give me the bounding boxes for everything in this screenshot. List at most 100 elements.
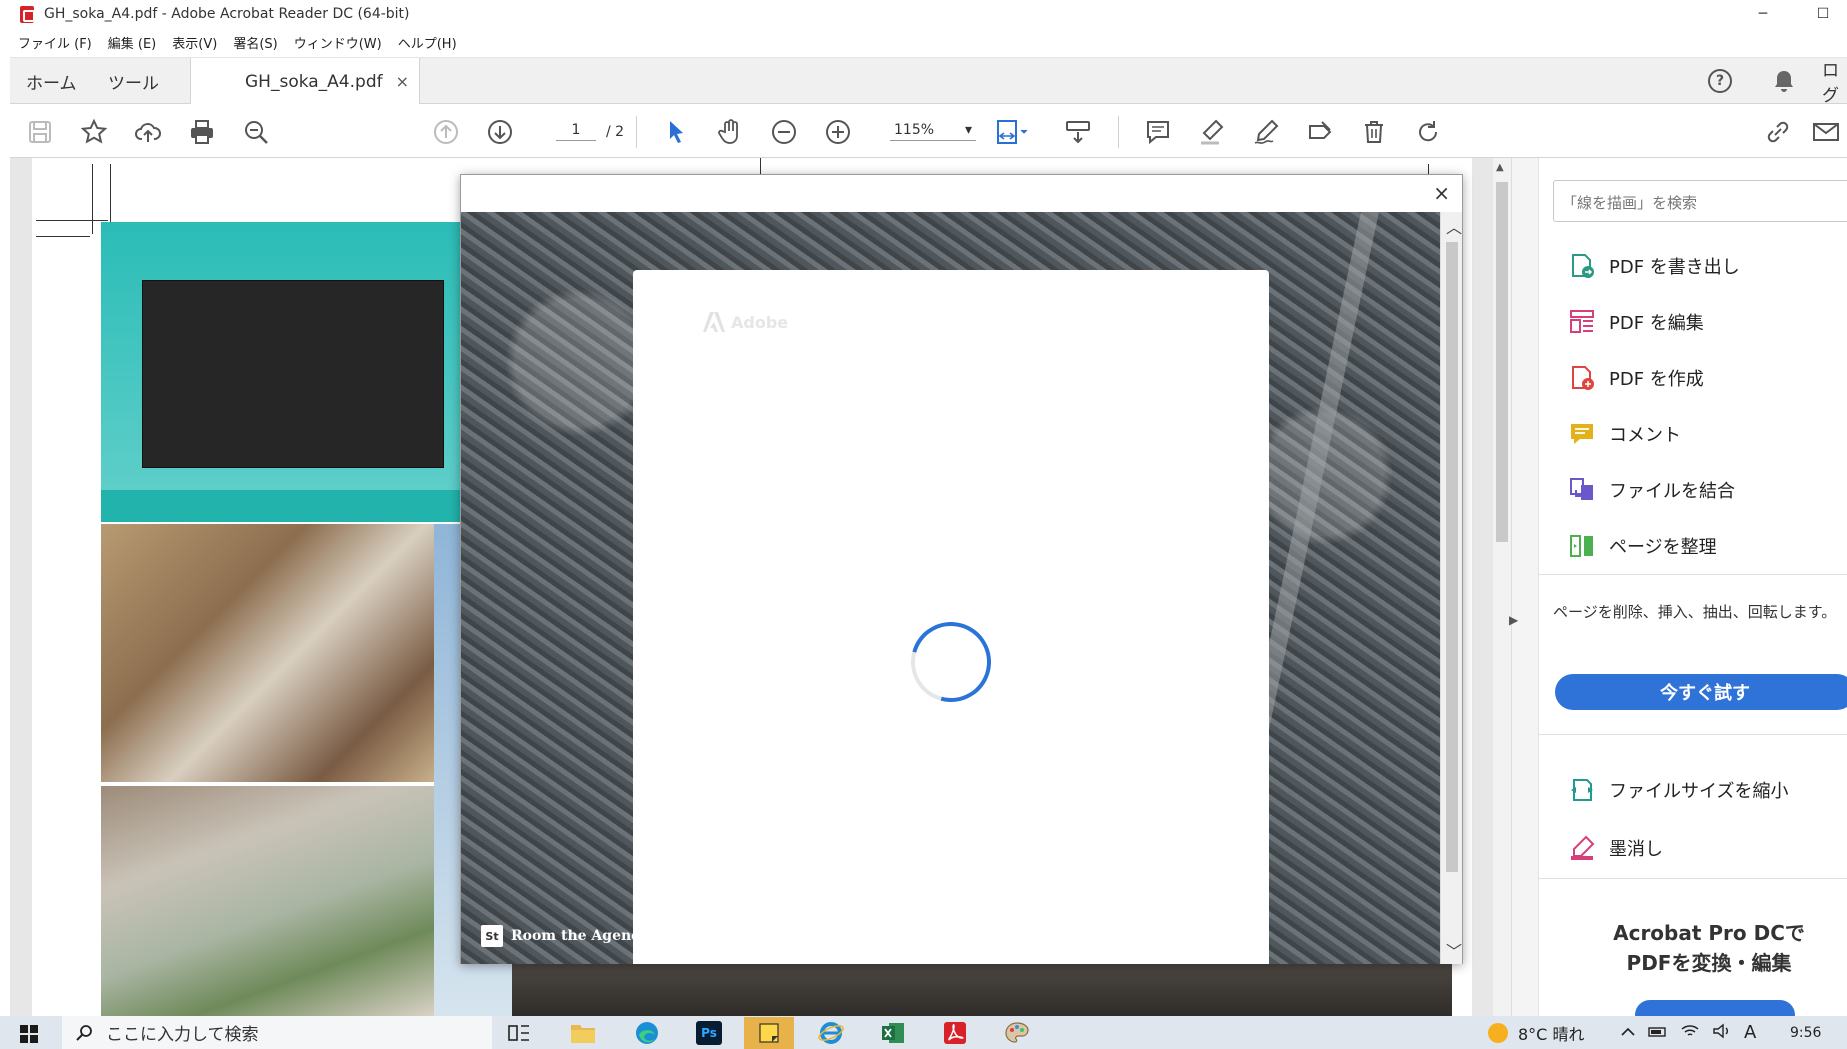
taskbar-search-placeholder: ここに入力して検索	[106, 1025, 259, 1045]
highlighter-icon[interactable]	[1196, 116, 1228, 148]
weather-widget[interactable]: 8°C 晴れ	[1488, 1016, 1584, 1049]
help-icon[interactable]: ?	[1708, 69, 1732, 93]
crop-mark	[36, 220, 108, 221]
menu-edit[interactable]: 編集 (E)	[100, 33, 165, 52]
delete-trash-icon[interactable]	[1358, 116, 1390, 148]
tools-pane-toggle[interactable]: ▶	[1509, 613, 1518, 627]
previous-page-icon[interactable]	[430, 116, 462, 148]
document-scrollbar[interactable]: ▲	[1493, 158, 1511, 1016]
hand-tool-icon[interactable]	[714, 116, 746, 148]
draw-pen-icon[interactable]	[1250, 116, 1282, 148]
stamp-edit-icon[interactable]	[1304, 116, 1336, 148]
panel-divider	[1539, 574, 1847, 575]
menu-view[interactable]: 表示(V)	[164, 33, 225, 52]
organize-pages-icon	[1567, 531, 1597, 561]
login-link[interactable]: ログ	[1822, 58, 1847, 106]
tray-overflow-chevron-icon[interactable]	[1620, 1023, 1636, 1042]
tools-pane: ▶ 「線を描画」を検索 PDF を書き出し PDF を編集 PDF を作成 コメ…	[1509, 158, 1847, 1030]
tool-label: PDF を編集	[1609, 313, 1704, 334]
dialog-scrollbar[interactable]: ︿ ﹀	[1440, 212, 1462, 964]
promo-text: Acrobat Pro DCで PDFを変換・編集	[1579, 918, 1839, 978]
tab-document[interactable]: GH_soka_A4.pdf ×	[190, 58, 420, 105]
search-zoom-icon[interactable]	[240, 116, 272, 148]
share-link-icon[interactable]	[1762, 116, 1794, 148]
export-pdf-icon	[1567, 251, 1597, 281]
comment-icon[interactable]	[1142, 116, 1174, 148]
tool-combine-files[interactable]: ファイルを結合	[1567, 470, 1735, 510]
file-explorer-icon[interactable]	[558, 1017, 608, 1049]
redacted-block	[142, 280, 444, 468]
dialog-scrollbar-thumb[interactable]	[1446, 242, 1458, 872]
paint-icon[interactable]	[992, 1017, 1042, 1049]
tab-close-icon[interactable]: ×	[396, 72, 409, 91]
task-view-icon[interactable]	[494, 1017, 544, 1049]
scroll-up-icon[interactable]: ︿	[1446, 214, 1462, 238]
crop-mark	[110, 164, 111, 224]
next-page-icon[interactable]	[484, 116, 516, 148]
menu-file[interactable]: ファイル (F)	[10, 33, 100, 52]
promo-line: PDFを変換・編集	[1626, 951, 1792, 975]
crop-mark	[92, 164, 93, 234]
adobe-logo-text: Adobe	[731, 312, 789, 332]
tool-create-pdf[interactable]: PDF を作成	[1567, 358, 1704, 398]
minimize-button[interactable]: ─	[1740, 0, 1786, 28]
excel-icon[interactable]	[868, 1017, 918, 1049]
tools-list-panel: 「線を描画」を検索 PDF を書き出し PDF を編集 PDF を作成 コメント	[1538, 158, 1847, 1030]
photoshop-icon[interactable]: Ps	[684, 1017, 734, 1049]
tab-tools[interactable]: ツール	[108, 58, 159, 104]
print-icon[interactable]	[186, 116, 218, 148]
tools-search-input[interactable]: 「線を描画」を検索	[1553, 180, 1847, 222]
save-icon[interactable]	[24, 116, 56, 148]
menu-help[interactable]: ヘルプ(H)	[390, 33, 465, 52]
tab-home[interactable]: ホーム	[26, 58, 77, 104]
battery-icon[interactable]	[1648, 1023, 1668, 1042]
clock-time: 9:56	[1790, 1024, 1822, 1041]
fit-page-icon[interactable]	[990, 116, 1034, 148]
bookmark-star-icon[interactable]	[78, 116, 110, 148]
keyboard-scroll-icon[interactable]	[1062, 116, 1094, 148]
tool-comment[interactable]: コメント	[1567, 414, 1681, 454]
title-bar: GH_soka_A4.pdf - Adobe Acrobat Reader DC…	[0, 0, 1847, 28]
scroll-up-icon[interactable]: ▲	[1496, 162, 1504, 173]
signin-dialog: × Adobe St Room the Agency ︿ ﹀	[460, 174, 1463, 964]
bell-icon[interactable]	[1773, 69, 1795, 97]
internet-explorer-icon[interactable]	[806, 1017, 856, 1049]
zoom-out-icon[interactable]	[768, 116, 800, 148]
create-pdf-icon	[1567, 363, 1597, 393]
cloud-upload-icon[interactable]	[132, 116, 164, 148]
tool-edit-pdf[interactable]: PDF を編集	[1567, 302, 1704, 342]
zoom-level-select[interactable]: 115% ▾	[890, 122, 976, 141]
wifi-icon[interactable]	[1680, 1023, 1700, 1043]
maximize-button[interactable]: ☐	[1800, 0, 1846, 28]
clock[interactable]: 9:56	[1790, 1016, 1821, 1049]
zoom-value: 115%	[894, 122, 935, 138]
crop-mark	[36, 236, 90, 237]
email-icon[interactable]	[1810, 116, 1842, 148]
menu-sign[interactable]: 署名(S)	[225, 33, 285, 52]
scrollbar-thumb[interactable]	[1496, 182, 1508, 542]
ime-indicator[interactable]: A	[1744, 1022, 1756, 1043]
select-cursor-icon[interactable]	[660, 116, 692, 148]
sticky-notes-icon[interactable]	[744, 1017, 794, 1049]
try-now-button[interactable]: 今すぐ試す	[1555, 674, 1847, 710]
system-tray: A	[1620, 1016, 1756, 1049]
windows-start-icon[interactable]	[20, 1025, 38, 1043]
page-number-input[interactable]: 1	[556, 122, 596, 141]
taskbar-search-box[interactable]: ここに入力して検索	[62, 1016, 492, 1049]
rotate-icon[interactable]	[1412, 116, 1444, 148]
tool-export-pdf[interactable]: PDF を書き出し	[1567, 246, 1740, 286]
tool-redact[interactable]: 墨消し	[1567, 828, 1663, 868]
close-icon[interactable]: ×	[1433, 181, 1450, 205]
toolbar-divider	[1118, 116, 1119, 148]
speaker-volume-icon[interactable]	[1712, 1023, 1732, 1043]
tool-description: ページを削除、挿入、抽出、回転します。	[1553, 603, 1837, 621]
tool-organize-pages[interactable]: ページを整理	[1567, 526, 1717, 566]
acrobat-taskbar-icon[interactable]	[930, 1017, 980, 1049]
redact-icon	[1567, 833, 1597, 863]
sun-icon	[1488, 1022, 1508, 1043]
zoom-in-icon[interactable]	[822, 116, 854, 148]
tool-compress-pdf[interactable]: ファイルサイズを縮小	[1567, 770, 1788, 810]
scroll-down-icon[interactable]: ﹀	[1446, 938, 1462, 962]
edge-browser-icon[interactable]	[622, 1017, 672, 1049]
menu-window[interactable]: ウィンドウ(W)	[286, 33, 390, 52]
